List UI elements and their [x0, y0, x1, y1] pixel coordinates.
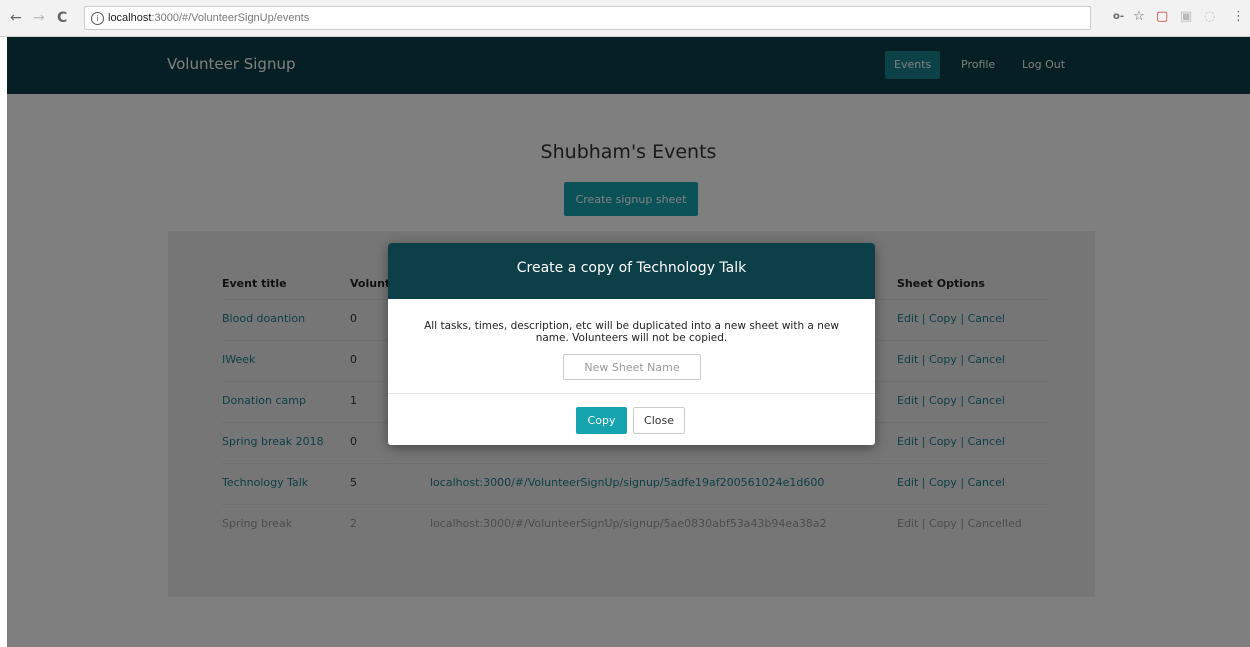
- info-icon[interactable]: i: [91, 11, 104, 25]
- new-sheet-name-input[interactable]: [563, 354, 701, 380]
- key-icon[interactable]: o-: [1113, 11, 1124, 22]
- modal-footer: Copy Close: [388, 394, 875, 446]
- pocket-extension-icon[interactable]: ▢: [1156, 9, 1168, 24]
- extension-icon[interactable]: ▣: [1180, 9, 1192, 24]
- address-bar[interactable]: i localhost:3000/#/VolunteerSignUp/events: [84, 6, 1091, 30]
- modal-body: All tasks, times, description, etc will …: [388, 299, 875, 394]
- browser-menu-icon[interactable]: ⋮: [1232, 9, 1245, 24]
- extension-icon-2[interactable]: ◌: [1204, 9, 1215, 24]
- copy-sheet-modal: Create a copy of Technology Talk All tas…: [388, 243, 875, 445]
- modal-description-line-1: All tasks, times, description, etc will …: [424, 320, 839, 332]
- url-host: localhost: [108, 12, 152, 24]
- browser-toolbar: ← → C i localhost:3000/#/VolunteerSignUp/…: [0, 0, 1250, 37]
- modal-description-line-2: name. Volunteers will not be copied.: [535, 332, 728, 344]
- back-icon[interactable]: ←: [10, 10, 22, 26]
- close-button[interactable]: Close: [633, 407, 685, 434]
- star-icon[interactable]: ☆: [1133, 9, 1145, 24]
- forward-icon[interactable]: →: [33, 10, 45, 26]
- copy-button[interactable]: Copy: [576, 407, 627, 434]
- modal-description: All tasks, times, description, etc will …: [398, 320, 865, 344]
- modal-title: Create a copy of Technology Talk: [388, 243, 875, 299]
- reload-icon[interactable]: C: [57, 10, 67, 26]
- url-path: :3000/#/VolunteerSignUp/events: [151, 12, 310, 24]
